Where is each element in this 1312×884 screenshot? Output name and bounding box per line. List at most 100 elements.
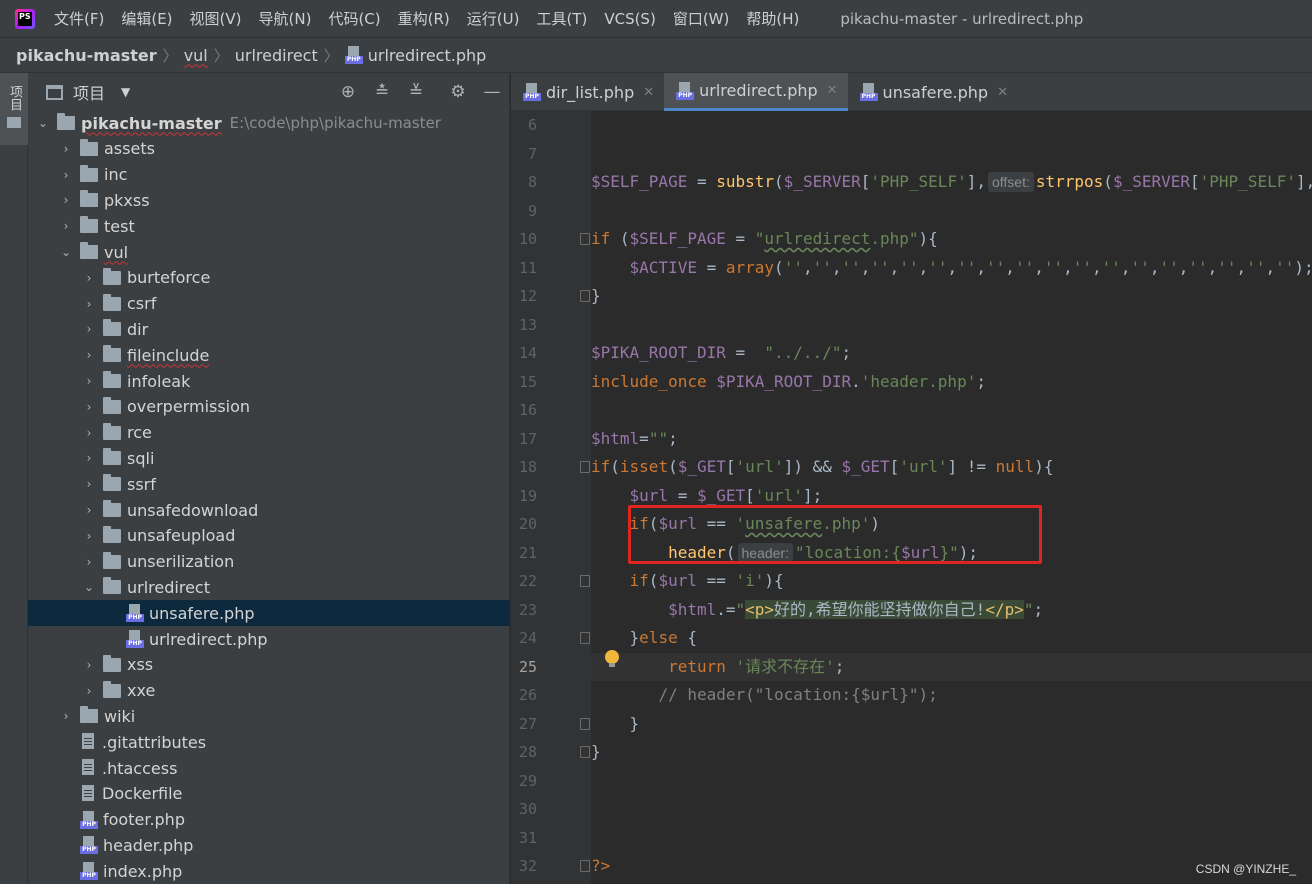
- locate-icon[interactable]: ⊕: [338, 82, 358, 102]
- line-number[interactable]: 24: [511, 629, 537, 647]
- chevron-right-icon[interactable]: ›: [81, 426, 97, 440]
- chevron-right-icon[interactable]: ›: [58, 193, 74, 207]
- chevron-right-icon[interactable]: ›: [81, 322, 97, 336]
- chevron-right-icon[interactable]: ›: [81, 503, 97, 517]
- menu-help[interactable]: 帮助(H): [746, 8, 799, 29]
- line-number[interactable]: 12: [511, 287, 537, 305]
- tree-item-folder[interactable]: › rce: [28, 420, 510, 446]
- hide-icon[interactable]: —: [482, 82, 502, 102]
- tree-item-folder[interactable]: › xxe: [28, 678, 510, 704]
- line-number-gutter[interactable]: 6 7 8 9 10 11 12 13 14 15 16 17 18 19 20 21 22 23 24 25 26 27…: [511, 111, 591, 884]
- chevron-right-icon[interactable]: ›: [81, 374, 97, 388]
- chevron-down-icon[interactable]: ⌄: [35, 116, 51, 130]
- chevron-right-icon[interactable]: ›: [81, 451, 97, 465]
- tree-item-folder[interactable]: › sqli: [28, 445, 510, 471]
- line-number[interactable]: 21: [511, 544, 537, 562]
- tree-item-folder[interactable]: › wiki: [28, 703, 510, 729]
- tab-unsafere[interactable]: PHP unsafere.php ✕: [848, 73, 1018, 111]
- tree-item-folder[interactable]: ⌄ urlredirect: [28, 574, 510, 600]
- line-number[interactable]: 11: [511, 259, 537, 277]
- tree-item-file[interactable]: PHP index.php: [28, 858, 510, 884]
- tree-item-file[interactable]: PHP header.php: [28, 832, 510, 858]
- tree-item-folder[interactable]: › infoleak: [28, 368, 510, 394]
- tab-urlredirect[interactable]: PHP urlredirect.php ✕: [664, 73, 848, 111]
- fold-marker-icon[interactable]: [580, 233, 590, 245]
- tree-item-folder[interactable]: › assets: [28, 136, 510, 162]
- line-number[interactable]: 18: [511, 458, 537, 476]
- gear-icon[interactable]: ⚙: [448, 82, 468, 102]
- chevron-right-icon[interactable]: ›: [81, 271, 97, 285]
- project-panel-title[interactable]: 项目: [73, 80, 105, 104]
- fold-marker-icon[interactable]: [580, 746, 590, 758]
- chevron-right-icon[interactable]: ›: [58, 142, 74, 156]
- chevron-right-icon[interactable]: ›: [81, 658, 97, 672]
- fold-marker-icon[interactable]: [580, 860, 590, 872]
- line-number[interactable]: 17: [511, 430, 537, 448]
- chevron-down-icon[interactable]: ⌄: [58, 245, 74, 259]
- tree-item-folder[interactable]: › unserilization: [28, 549, 510, 575]
- code-area[interactable]: $SELF_PAGE = substr($_SERVER['PHP_SELF']…: [591, 111, 1312, 884]
- fold-marker-icon[interactable]: [580, 717, 590, 730]
- line-number[interactable]: 30: [511, 800, 537, 818]
- line-number[interactable]: 23: [511, 601, 537, 619]
- line-number[interactable]: 26: [511, 686, 537, 704]
- tree-item-root[interactable]: ⌄ pikachu-master E:\code\php\pikachu-maste…: [28, 110, 510, 136]
- close-icon[interactable]: ✕: [827, 83, 838, 98]
- line-number[interactable]: 19: [511, 487, 537, 505]
- fold-marker-icon[interactable]: [580, 632, 590, 644]
- line-number[interactable]: 31: [511, 829, 537, 847]
- line-number[interactable]: 14: [511, 344, 537, 362]
- chevron-right-icon[interactable]: ›: [81, 684, 97, 698]
- breadcrumb-item[interactable]: vul: [184, 46, 208, 65]
- line-number[interactable]: 13: [511, 316, 537, 334]
- line-number[interactable]: 9: [511, 202, 537, 220]
- line-number[interactable]: 27: [511, 715, 537, 733]
- chevron-down-icon[interactable]: ⌄: [81, 580, 97, 594]
- chevron-right-icon[interactable]: ›: [81, 529, 97, 543]
- tree-item-folder[interactable]: › pkxss: [28, 187, 510, 213]
- menu-vcs[interactable]: VCS(S): [604, 10, 655, 28]
- tree-item-folder[interactable]: › unsafedownload: [28, 497, 510, 523]
- line-number[interactable]: 16: [511, 401, 537, 419]
- tree-item-file[interactable]: PHP urlredirect.php: [28, 626, 510, 652]
- fold-marker-icon[interactable]: [580, 461, 590, 473]
- line-number[interactable]: 7: [511, 145, 537, 163]
- tree-item-folder[interactable]: ⌄ vul: [28, 239, 510, 265]
- close-icon[interactable]: ✕: [997, 85, 1008, 100]
- tree-item-file[interactable]: PHP unsafere.php: [28, 600, 510, 627]
- menu-view[interactable]: 视图(V): [190, 8, 242, 29]
- chevron-right-icon[interactable]: ›: [81, 297, 97, 311]
- line-number[interactable]: 28: [511, 743, 537, 761]
- menu-tools[interactable]: 工具(T): [536, 8, 587, 29]
- lightbulb-icon[interactable]: [605, 650, 619, 667]
- line-number[interactable]: 6: [511, 116, 537, 134]
- tree-item-folder[interactable]: › burteforce: [28, 265, 510, 291]
- collapse-all-icon[interactable]: ≚: [406, 82, 426, 102]
- menu-edit[interactable]: 编辑(E): [121, 8, 172, 29]
- line-number[interactable]: 20: [511, 515, 537, 533]
- chevron-down-icon[interactable]: ▼: [121, 85, 130, 99]
- menu-navigate[interactable]: 导航(N): [259, 8, 312, 29]
- tree-item-folder[interactable]: › dir: [28, 316, 510, 342]
- tree-item-folder[interactable]: › inc: [28, 162, 510, 188]
- line-number[interactable]: 25: [511, 658, 537, 676]
- menu-run[interactable]: 运行(U): [467, 8, 520, 29]
- line-number[interactable]: 29: [511, 772, 537, 790]
- line-number[interactable]: 32: [511, 857, 537, 875]
- chevron-right-icon[interactable]: ›: [81, 400, 97, 414]
- tree-item-folder[interactable]: › unsafeupload: [28, 523, 510, 549]
- tree-item-folder[interactable]: › test: [28, 213, 510, 239]
- breadcrumb-item[interactable]: pikachu-master: [16, 46, 157, 65]
- line-number[interactable]: 8: [511, 173, 537, 191]
- tree-item-file[interactable]: PHP footer.php: [28, 807, 510, 833]
- menu-refactor[interactable]: 重构(R): [398, 8, 450, 29]
- tree-item-folder[interactable]: › csrf: [28, 291, 510, 317]
- line-number[interactable]: 15: [511, 373, 537, 391]
- tree-item-folder[interactable]: › ssrf: [28, 471, 510, 497]
- tree-item-file[interactable]: Dockerfile: [28, 781, 510, 807]
- phpstorm-logo-icon[interactable]: PS: [15, 8, 35, 29]
- menu-window[interactable]: 窗口(W): [673, 8, 730, 29]
- breadcrumb-item[interactable]: urlredirect: [235, 46, 318, 65]
- line-number[interactable]: 10: [511, 230, 537, 248]
- breadcrumb-item[interactable]: urlredirect.php: [368, 46, 487, 65]
